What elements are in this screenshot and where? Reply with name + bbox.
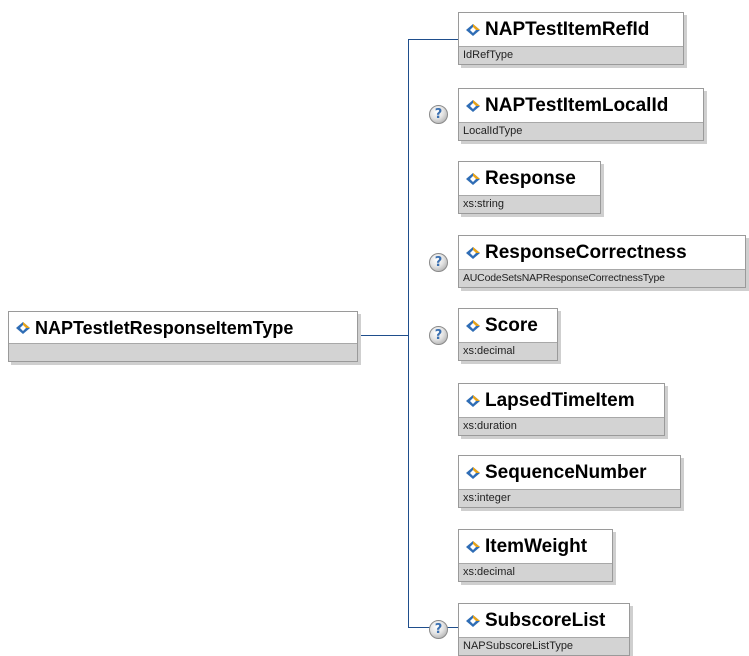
child-element-name: LapsedTimeItem [485,390,635,411]
child-element-box[interactable]: ResponseCorrectness AUCodeSetsNAPRespons… [458,235,746,288]
connector-first-child [408,39,458,40]
child-element-name: SequenceNumber [485,462,647,483]
child-element-name: ResponseCorrectness [485,242,687,263]
optional-icon: ? [429,105,448,124]
child-element-name: NAPTestItemLocalId [485,95,669,116]
child-element-box[interactable]: Score xs:decimal [458,308,558,361]
element-icon [466,395,480,407]
child-element-type: AUCodeSetsNAPResponseCorrectnessType [459,269,745,287]
child-element-box[interactable]: ItemWeight xs:decimal [458,529,613,582]
connector-root [358,335,408,336]
child-element-name: ItemWeight [485,536,588,557]
child-element-header: LapsedTimeItem [459,384,664,418]
element-icon [466,173,480,185]
child-element-type: xs:integer [459,489,680,507]
child-element-header: ResponseCorrectness [459,236,745,270]
child-element-header: NAPTestItemLocalId [459,89,703,123]
child-element-header: SubscoreList [459,604,629,638]
child-element-type: IdRefType [459,46,683,64]
child-element-box[interactable]: SequenceNumber xs:integer [458,455,681,508]
optional-icon: ? [429,620,448,639]
child-element-header: NAPTestItemRefId [459,13,683,47]
child-element-box[interactable]: LapsedTimeItem xs:duration [458,383,665,436]
child-element-name: Score [485,315,538,336]
child-element-box[interactable]: NAPTestItemLocalId LocalIdType [458,88,704,141]
child-element-header: ItemWeight [459,530,612,564]
child-element-box[interactable]: Response xs:string [458,161,601,214]
child-element-box[interactable]: SubscoreList NAPSubscoreListType [458,603,630,656]
element-icon [466,100,480,112]
element-icon [466,247,480,259]
connector-spine [408,39,409,627]
child-element-header: Score [459,309,557,343]
child-element-box[interactable]: NAPTestItemRefId IdRefType [458,12,684,65]
child-element-name: Response [485,168,576,189]
child-element-type: xs:duration [459,417,664,435]
child-element-header: SequenceNumber [459,456,680,490]
child-element-type: NAPSubscoreListType [459,637,629,655]
child-element-type: xs:string [459,195,600,213]
child-element-name: SubscoreList [485,610,606,631]
element-icon [466,24,480,36]
child-element-type: LocalIdType [459,122,703,140]
element-icon [16,322,30,334]
element-icon [466,467,480,479]
optional-icon: ? [429,253,448,272]
optional-icon: ? [429,326,448,345]
child-element-type: xs:decimal [459,563,612,581]
root-element-header: NAPTestletResponseItemType [9,312,357,344]
root-element-box[interactable]: NAPTestletResponseItemType [8,311,358,362]
root-element-name: NAPTestletResponseItemType [35,317,294,338]
element-icon [466,320,480,332]
element-icon [466,615,480,627]
element-icon [466,541,480,553]
root-element-type [9,343,357,361]
child-element-type: xs:decimal [459,342,557,360]
child-element-header: Response [459,162,600,196]
child-element-name: NAPTestItemRefId [485,19,650,40]
